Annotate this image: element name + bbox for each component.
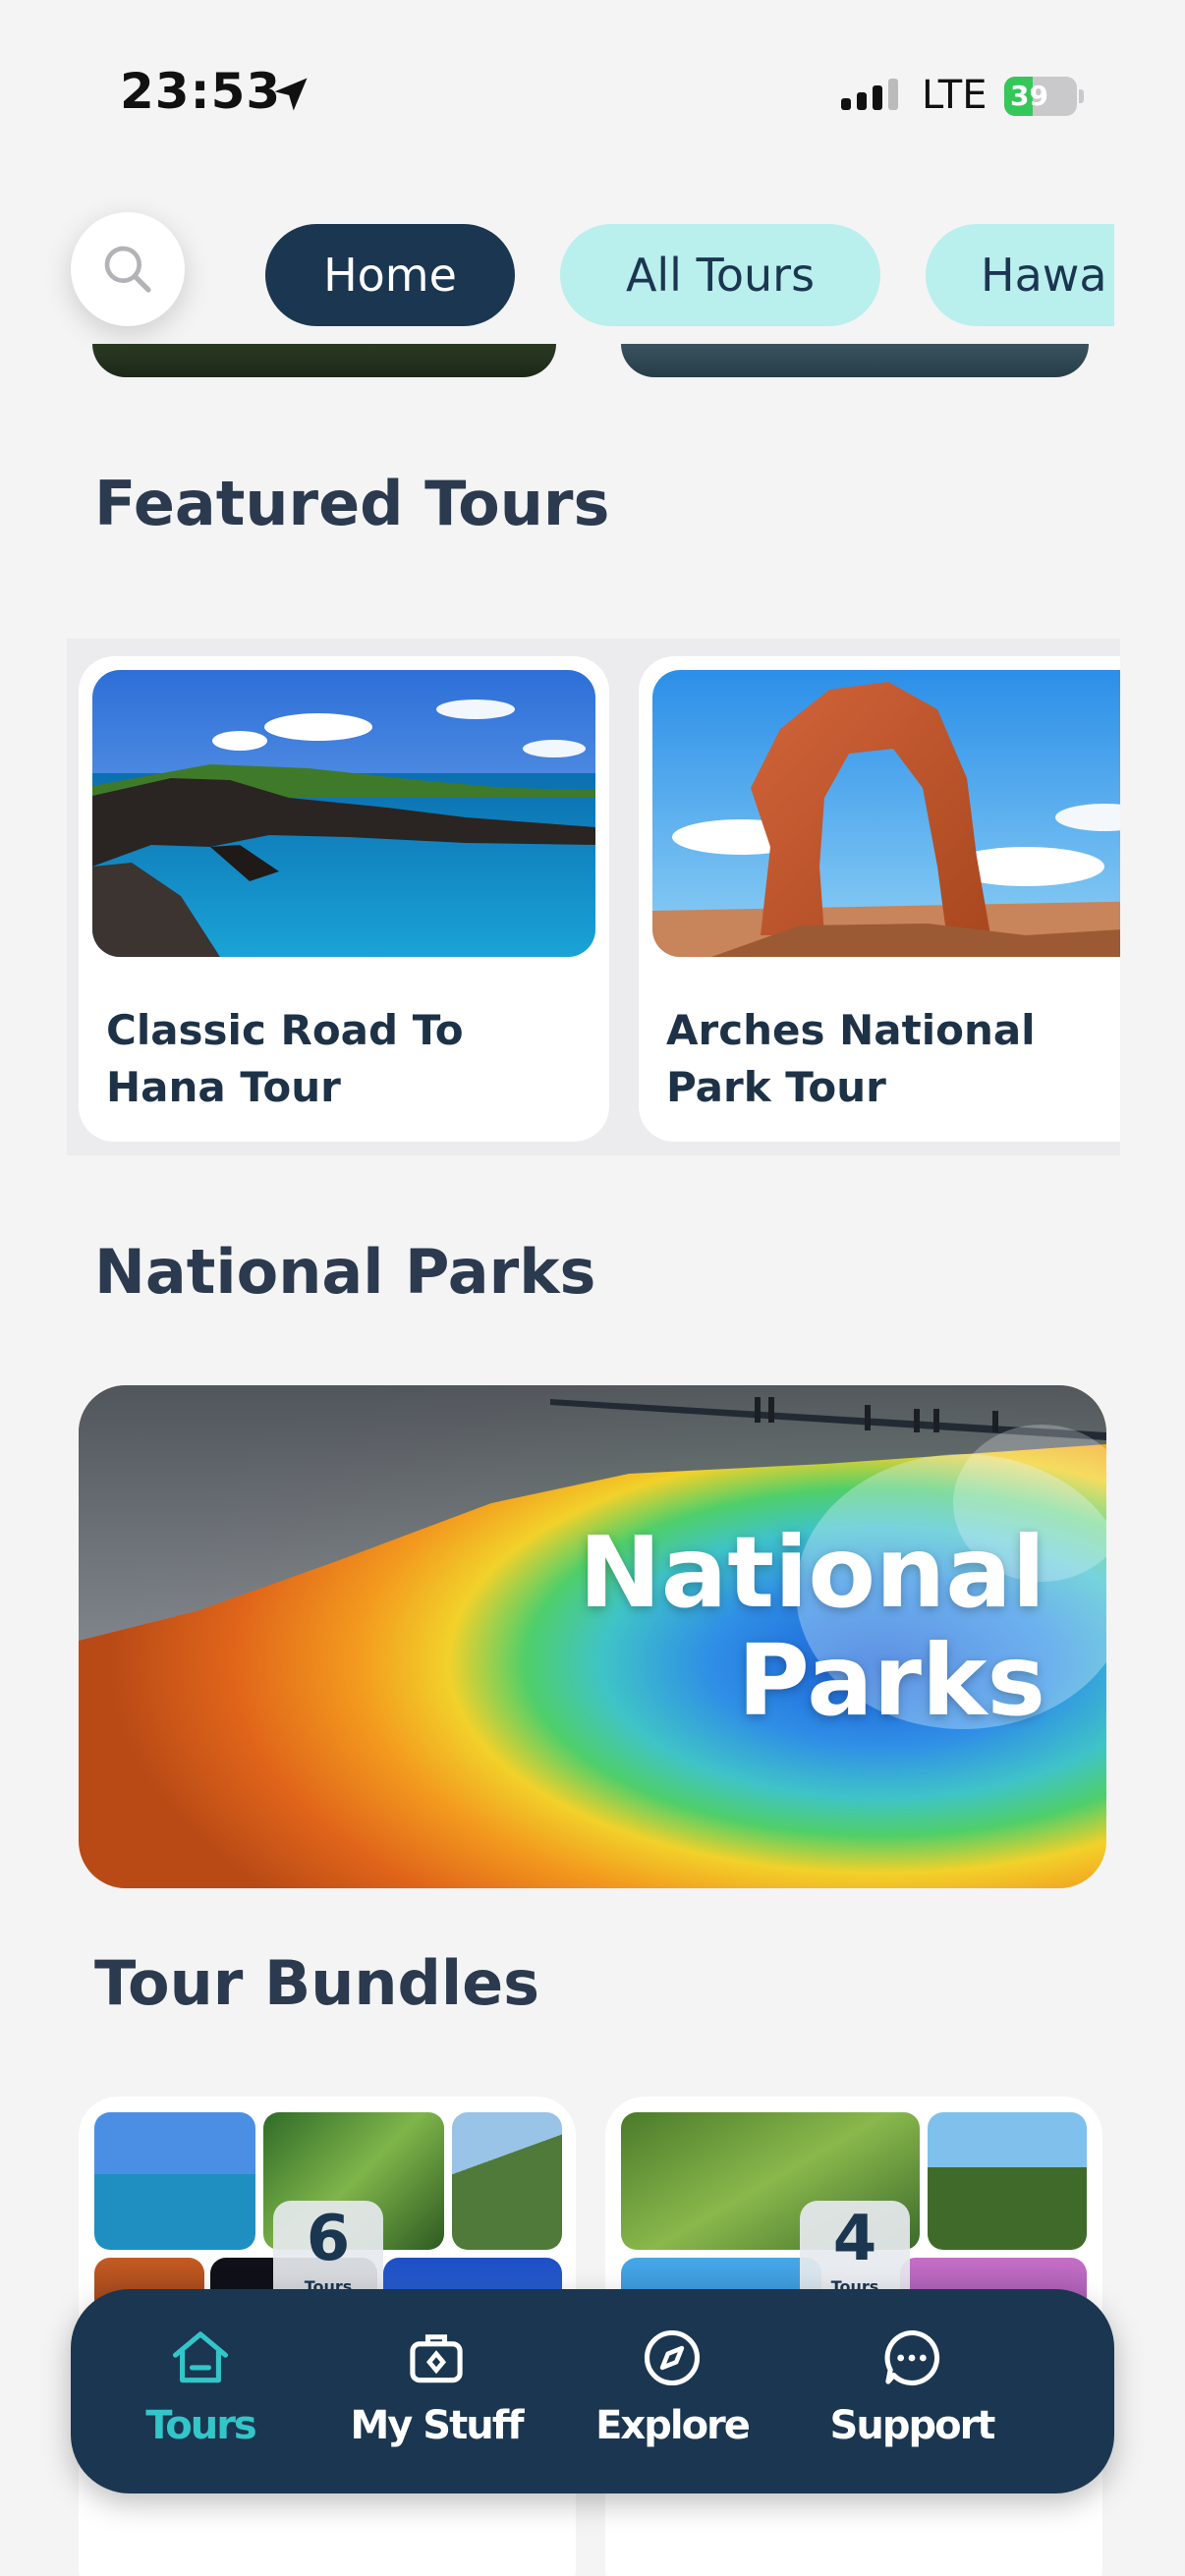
- national-parks-heading: National Parks: [94, 1236, 596, 1308]
- status-time: 23:53: [120, 63, 282, 120]
- bag-icon: [410, 2334, 463, 2383]
- tour-card-title: Arches National Park Tour: [666, 1006, 1036, 1111]
- category-chips: Home All Tours Hawa: [263, 222, 1114, 330]
- search-button[interactable]: [71, 212, 185, 326]
- bottom-navigation: Tours My Stuff Explore Support: [71, 2289, 1114, 2493]
- chip-home[interactable]: Home: [265, 224, 515, 326]
- tour-card-title: Classic Road To Hana Tour: [106, 1006, 464, 1111]
- compass-icon: [644, 2329, 701, 2386]
- featured-tours-carousel: Classic Road To Hana Tour Arches Nationa…: [67, 639, 1120, 1155]
- chat-icon: [884, 2329, 940, 2386]
- nav-label: Explore: [595, 2403, 751, 2448]
- nav-label: Support: [829, 2403, 996, 2448]
- nav-tab-explore[interactable]: Explore: [564, 2324, 780, 2472]
- tour-card-road-to-hana[interactable]: Classic Road To Hana Tour: [79, 656, 609, 1142]
- bundle-thumbnail: [94, 2112, 255, 2250]
- battery-icon: 39: [1004, 77, 1084, 116]
- national-parks-banner-text: National Parks: [579, 1515, 1045, 1738]
- nav-tab-my-stuff[interactable]: My Stuff: [328, 2324, 544, 2472]
- nav-label: Tours: [145, 2403, 256, 2448]
- tour-bundles-heading: Tour Bundles: [94, 1947, 540, 2019]
- chip-hawaii[interactable]: Hawa: [926, 224, 1114, 326]
- national-parks-banner[interactable]: National Parks: [79, 1385, 1106, 1888]
- tour-card-arches[interactable]: Arches National Park Tour: [639, 656, 1120, 1142]
- scrolled-image-left[interactable]: [92, 344, 556, 377]
- bundle-thumbnail: [928, 2112, 1087, 2250]
- nav-tab-support[interactable]: Support: [804, 2324, 1020, 2472]
- status-bar: 23:53 LTE 39: [0, 0, 1185, 187]
- bundle-thumbnail: [452, 2112, 562, 2250]
- featured-tours-heading: Featured Tours: [94, 468, 610, 539]
- road-to-hana-image: [92, 670, 595, 957]
- chip-all-tours[interactable]: All Tours: [560, 224, 880, 326]
- location-arrow-icon: [274, 78, 308, 111]
- arches-image: [652, 670, 1120, 957]
- home-icon: [172, 2331, 229, 2383]
- battery-percent: 39: [1010, 80, 1048, 112]
- nav-tab-tours[interactable]: Tours: [92, 2324, 309, 2472]
- search-icon: [104, 246, 151, 293]
- scrolled-image-right[interactable]: [621, 344, 1089, 377]
- network-type: LTE: [922, 73, 988, 118]
- nav-label: My Stuff: [350, 2403, 524, 2448]
- cellular-signal-icon: [841, 79, 898, 110]
